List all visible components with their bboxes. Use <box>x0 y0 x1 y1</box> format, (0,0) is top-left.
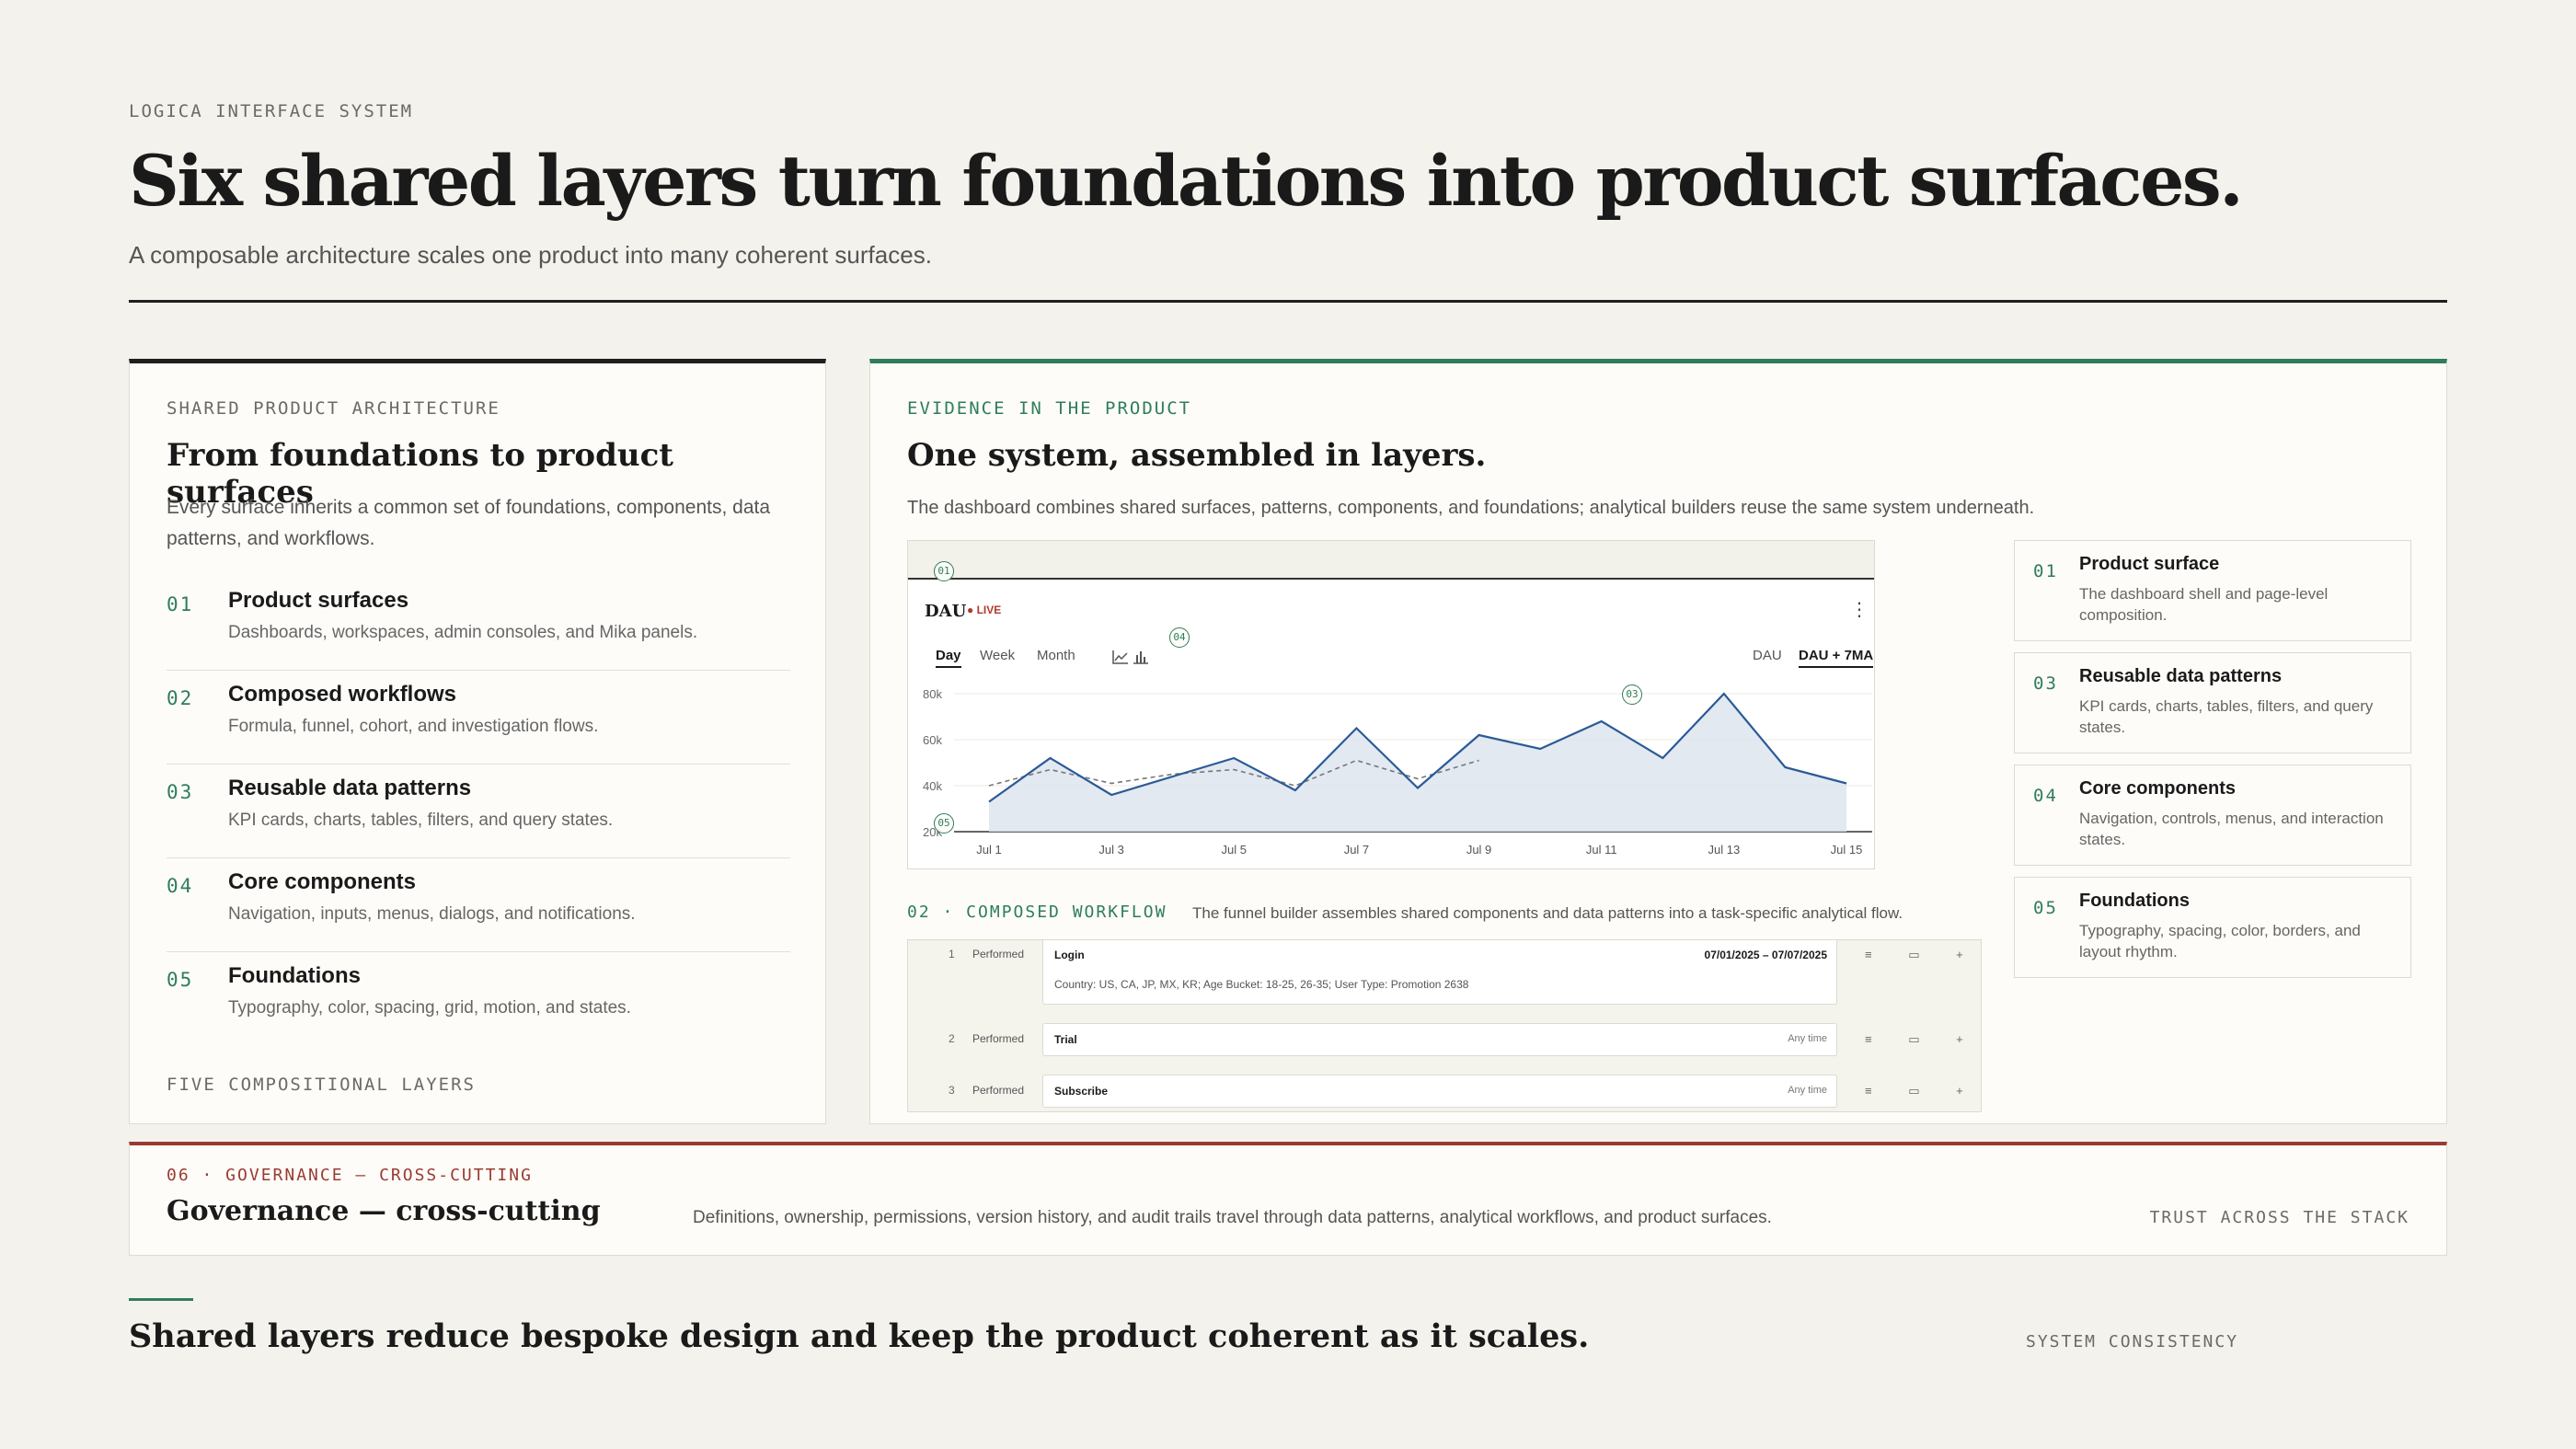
step-number: 2 <box>949 1032 955 1045</box>
x-tick-label: Jul 3 <box>1098 843 1123 857</box>
page-title: Six shared layers turn foundations into … <box>129 140 2244 222</box>
footer-statement: Shared layers reduce bespoke design and … <box>129 1317 1590 1355</box>
governance-tag: TRUST ACROSS THE STACK <box>2149 1208 2409 1227</box>
annotation-card: 03 Reusable data patterns KPI cards, cha… <box>2014 652 2411 753</box>
step-time-window[interactable]: Any time <box>1788 1085 1827 1096</box>
annotation-marker: 05 <box>934 813 954 834</box>
layer-number: 01 <box>167 593 194 615</box>
annotation-marker: 04 <box>1169 627 1190 648</box>
step-number: 3 <box>949 1084 955 1097</box>
step-action-icons[interactable]: ≡ ▭ + <box>1865 1032 1980 1047</box>
evidence-description: The dashboard combines shared surfaces, … <box>907 498 2035 518</box>
step-filter: Country: US, CA, JP, MX, KR; Age Bucket:… <box>1054 978 1469 991</box>
step-number: 1 <box>949 948 955 960</box>
step-event-field[interactable]: Trial Any time <box>1042 1023 1837 1056</box>
layer-description: Dashboards, workspaces, admin consoles, … <box>228 623 698 642</box>
evidence-card: EVIDENCE IN THE PRODUCT One system, asse… <box>869 359 2447 1124</box>
governance-card: 06 · GOVERNANCE — CROSS-CUTTING Governan… <box>129 1142 2447 1256</box>
x-tick-label: Jul 9 <box>1466 843 1491 857</box>
layer-number: 05 <box>167 969 194 991</box>
evidence-title: One system, assembled in layers. <box>907 437 1487 474</box>
layer-description: Typography, color, spacing, grid, motion… <box>228 998 631 1018</box>
layer-name: Core components <box>228 869 417 894</box>
step-verb: Performed <box>972 948 1025 960</box>
layer-number: 02 <box>167 687 194 709</box>
annotation-name: Product surface <box>2079 554 2220 574</box>
y-tick-label: 60k <box>923 733 942 747</box>
step-action-icons[interactable]: ≡ ▭ + <box>1865 1084 1980 1098</box>
step-time-window[interactable]: Any time <box>1788 1033 1827 1044</box>
step-event-field[interactable]: Login 07/01/2025 – 07/07/2025 Country: U… <box>1042 940 1837 1005</box>
page-eyebrow: LOGICA INTERFACE SYSTEM <box>129 101 414 121</box>
annotation-number: 01 <box>2033 561 2058 581</box>
step-event: Trial <box>1054 1033 1077 1046</box>
annotation-number: 05 <box>2033 898 2058 918</box>
footer-tag: SYSTEM CONSISTENCY <box>2026 1332 2239 1351</box>
layer-name: Foundations <box>228 963 361 988</box>
layer-item: 02 Composed workflows Formula, funnel, c… <box>167 671 790 765</box>
y-tick-label: 80k <box>923 687 942 701</box>
layer-name: Composed workflows <box>228 682 457 707</box>
layer-item: 01 Product surfaces Dashboards, workspac… <box>167 577 790 671</box>
x-tick-label: Jul 15 <box>1831 843 1863 857</box>
x-tick-label: Jul 5 <box>1222 843 1247 857</box>
step-event: Subscribe <box>1054 1085 1109 1098</box>
funnel-builder-preview: 1 Performed Login 07/01/2025 – 07/07/202… <box>907 939 1982 1112</box>
header-divider <box>129 300 2447 303</box>
layer-name: Product surfaces <box>228 588 409 613</box>
step-date-range[interactable]: 07/01/2025 – 07/07/2025 <box>1705 949 1827 961</box>
architecture-footer: FIVE COMPOSITIONAL LAYERS <box>167 1075 476 1095</box>
workflow-label: 02 · COMPOSED WORKFLOW <box>907 903 1167 922</box>
page-subtitle: A composable architecture scales one pro… <box>129 241 932 269</box>
annotation-card: 04 Core components Navigation, controls,… <box>2014 765 2411 866</box>
layer-description: KPI cards, charts, tables, filters, and … <box>228 811 614 830</box>
dau-line-chart: 20k40k60k80kJul 1 Jul 3 Jul 5 Jul 7 Jul 9 Jul… <box>923 687 1872 857</box>
annotation-description: The dashboard shell and page-level compo… <box>2079 585 2329 624</box>
layer-item: 03 Reusable data patterns KPI cards, cha… <box>167 765 790 858</box>
step-event-field[interactable]: Subscribe Any time <box>1042 1075 1837 1108</box>
dau-area <box>989 694 1846 832</box>
x-tick-label: Jul 1 <box>976 843 1001 857</box>
dashboard-preview: DAU ● LIVE ⋮ Day Week Month DAU DAU + 7M… <box>907 540 1875 869</box>
annotation-marker: 01 <box>934 561 954 581</box>
evidence-eyebrow: EVIDENCE IN THE PRODUCT <box>907 398 1192 419</box>
x-tick-label: Jul 7 <box>1344 843 1369 857</box>
layer-item: 05 Foundations Typography, color, spacin… <box>167 952 790 1046</box>
layer-number: 03 <box>167 781 194 803</box>
step-event: Login <box>1054 949 1085 961</box>
workflow-description: The funnel builder assembles shared comp… <box>1192 904 1903 922</box>
y-tick-label: 40k <box>923 779 942 793</box>
annotation-description: Typography, spacing, color, borders, and… <box>2079 922 2361 960</box>
governance-eyebrow: 06 · GOVERNANCE — CROSS-CUTTING <box>167 1166 533 1185</box>
annotation-number: 03 <box>2033 673 2058 694</box>
architecture-eyebrow: SHARED PRODUCT ARCHITECTURE <box>167 398 500 419</box>
governance-title: Governance — cross-cutting <box>167 1195 601 1227</box>
footer-accent-rule <box>129 1298 193 1301</box>
annotation-number: 04 <box>2033 786 2058 806</box>
annotation-marker: 03 <box>1622 684 1642 705</box>
architecture-description: Every surface inherits a common set of f… <box>167 497 771 549</box>
layer-item: 04 Core components Navigation, inputs, m… <box>167 858 790 952</box>
layer-name: Reusable data patterns <box>228 776 472 800</box>
annotation-name: Core components <box>2079 778 2237 799</box>
annotation-name: Foundations <box>2079 891 2190 911</box>
architecture-card: SHARED PRODUCT ARCHITECTURE From foundat… <box>129 359 826 1124</box>
annotation-description: KPI cards, charts, tables, filters, and … <box>2079 697 2374 736</box>
step-verb: Performed <box>972 1032 1025 1045</box>
annotation-name: Reusable data patterns <box>2079 666 2283 686</box>
annotation-description: Navigation, controls, menus, and interac… <box>2079 810 2384 848</box>
x-tick-label: Jul 11 <box>1586 843 1617 857</box>
layer-number: 04 <box>167 875 194 897</box>
step-action-icons[interactable]: ≡ ▭ + <box>1865 948 1980 962</box>
step-verb: Performed <box>972 1084 1025 1097</box>
x-tick-label: Jul 13 <box>1708 843 1741 857</box>
layer-description: Navigation, inputs, menus, dialogs, and … <box>228 904 636 924</box>
governance-description: Definitions, ownership, permissions, ver… <box>693 1208 1772 1227</box>
annotation-card: 01 Product surface The dashboard shell a… <box>2014 540 2411 641</box>
layer-description: Formula, funnel, cohort, and investigati… <box>228 717 599 736</box>
annotation-card: 05 Foundations Typography, spacing, colo… <box>2014 877 2411 978</box>
